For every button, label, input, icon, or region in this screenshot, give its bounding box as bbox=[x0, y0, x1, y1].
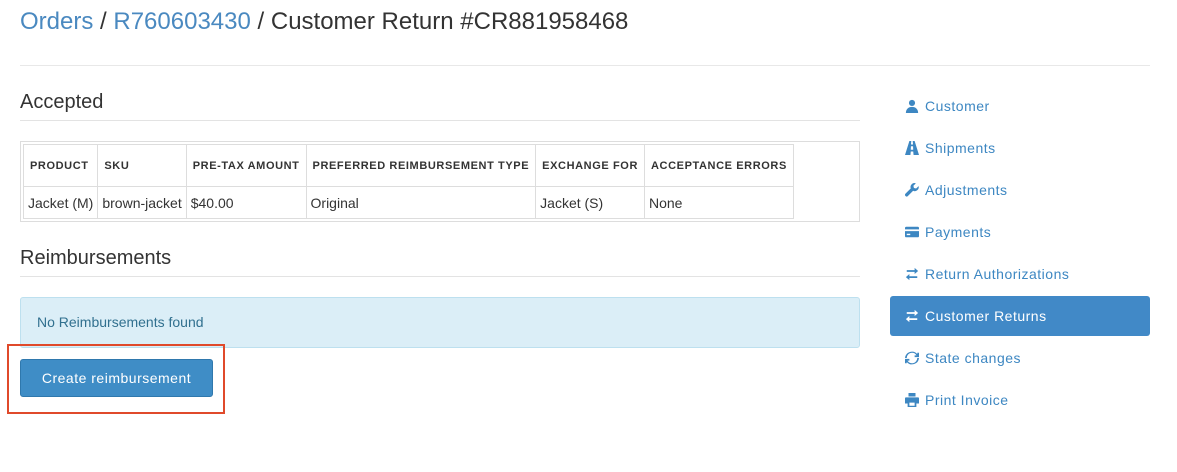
page-title: Orders / R760603430 / Customer Return #C… bbox=[20, 6, 628, 38]
cell-acceptance-errors: None bbox=[644, 186, 794, 219]
sidebar-item-adjustments[interactable]: Adjustments bbox=[890, 170, 1150, 210]
table-header-row: Product SKU Pre-Tax Amount Preferred Rei… bbox=[22, 144, 794, 187]
column-header-pre-tax-amount: Pre-Tax Amount bbox=[185, 144, 307, 187]
sidebar-item-label: Print Invoice bbox=[925, 392, 1009, 408]
header-divider bbox=[20, 65, 1150, 66]
breadcrumb-order-link[interactable]: R760603430 bbox=[113, 8, 250, 35]
sidebar-item-label: State changes bbox=[925, 350, 1022, 366]
sidebar-item-label: Customer bbox=[925, 98, 990, 114]
cell-exchange-for: Jacket (S) bbox=[535, 186, 645, 219]
sidebar-item-label: Shipments bbox=[925, 140, 996, 156]
sidebar-item-print-invoice[interactable]: Print Invoice bbox=[890, 380, 1150, 420]
sidebar-item-label: Payments bbox=[925, 224, 992, 240]
column-header-exchange-for: Exchange For bbox=[535, 144, 645, 187]
print-icon bbox=[904, 393, 919, 408]
wrench-icon bbox=[904, 183, 919, 198]
breadcrumb-current: Customer Return #CR881958468 bbox=[270, 8, 629, 35]
table-row: Jacket (M) brown-jacket $40.00 Original … bbox=[22, 186, 794, 219]
column-header-sku: SKU bbox=[97, 144, 187, 187]
reimbursements-section-title: Reimbursements bbox=[20, 244, 860, 277]
create-reimbursement-button[interactable]: Create reimbursement bbox=[20, 359, 213, 397]
sidebar-item-label: Customer Returns bbox=[925, 308, 1047, 324]
sidebar-item-customer-returns[interactable]: Customer Returns bbox=[890, 296, 1150, 336]
accepted-items-table: Product SKU Pre-Tax Amount Preferred Rei… bbox=[22, 144, 794, 219]
column-header-acceptance-errors: Acceptance Errors bbox=[644, 144, 794, 187]
sidebar-item-customer[interactable]: Customer bbox=[890, 86, 1150, 126]
cell-pre-tax-amount: $40.00 bbox=[185, 186, 307, 219]
breadcrumb-separator: / bbox=[100, 8, 107, 35]
column-header-product: Product bbox=[22, 144, 99, 187]
cell-sku: brown-jacket bbox=[97, 186, 187, 219]
order-sidebar-nav: Customer Shipments Adjustments Payments … bbox=[890, 86, 1150, 422]
accepted-section-title: Accepted bbox=[20, 88, 860, 121]
sidebar-item-state-changes[interactable]: State changes bbox=[890, 338, 1150, 378]
sidebar-item-return-authorizations[interactable]: Return Authorizations bbox=[890, 254, 1150, 294]
refresh-icon bbox=[904, 351, 919, 366]
no-reimbursements-alert: No Reimbursements found bbox=[20, 297, 860, 348]
breadcrumb-orders-link[interactable]: Orders bbox=[20, 8, 93, 35]
user-icon bbox=[904, 99, 919, 114]
credit-card-icon bbox=[904, 225, 919, 240]
sidebar-item-label: Return Authorizations bbox=[925, 266, 1070, 282]
sidebar-item-label: Adjustments bbox=[925, 182, 1008, 198]
cell-reimbursement-type: Original bbox=[305, 186, 537, 219]
road-icon bbox=[904, 141, 919, 156]
transfer-icon bbox=[904, 309, 919, 324]
accepted-table-container: Product SKU Pre-Tax Amount Preferred Rei… bbox=[20, 141, 860, 222]
transfer-icon bbox=[904, 267, 919, 282]
cell-product: Jacket (M) bbox=[22, 186, 99, 219]
sidebar-item-shipments[interactable]: Shipments bbox=[890, 128, 1150, 168]
main-content: Accepted Product SKU Pre-Tax Amount Pref… bbox=[20, 88, 860, 348]
column-header-reimbursement-type: Preferred Reimbursement Type bbox=[305, 144, 537, 187]
breadcrumb-separator: / bbox=[257, 8, 265, 35]
sidebar-item-payments[interactable]: Payments bbox=[890, 212, 1150, 252]
